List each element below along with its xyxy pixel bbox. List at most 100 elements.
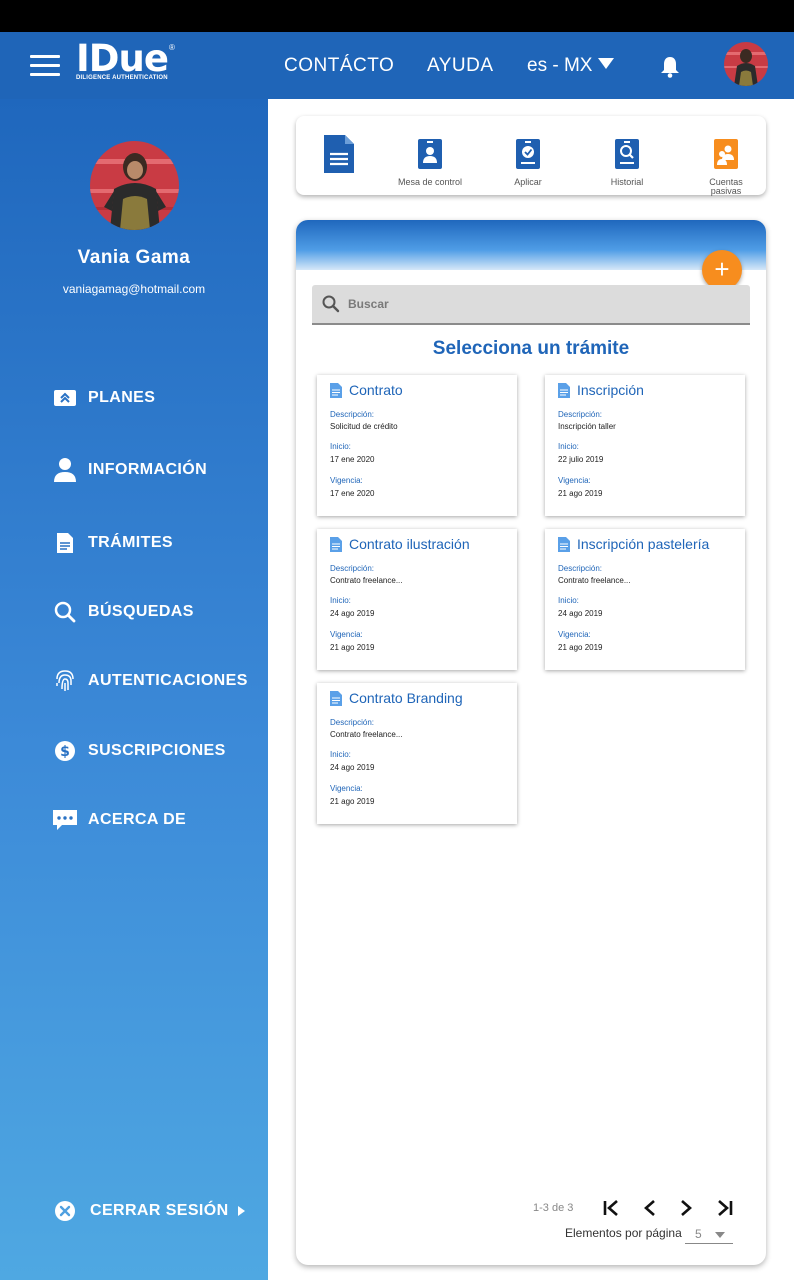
sidebar-item-label: INFORMACIÓN — [88, 461, 208, 478]
card-title: Contrato Branding — [349, 690, 463, 706]
per-page-select[interactable]: 5 — [685, 1224, 733, 1244]
sidebar-item-busquedas[interactable]: BÚSQUEDAS — [52, 598, 194, 626]
badge-check-icon — [516, 139, 540, 169]
logout-button[interactable]: CERRAR SESIÓN — [54, 1200, 245, 1222]
tool-label: Cuentas pasivas — [709, 177, 743, 196]
language-select[interactable]: es - MX — [527, 55, 615, 77]
start-label: Inicio: — [558, 442, 579, 451]
tool-new-document[interactable] — [322, 116, 356, 195]
menu-icon[interactable] — [30, 55, 60, 77]
pager-range: 1-3 de 3 — [533, 1202, 574, 1214]
document-icon — [330, 536, 342, 552]
sidebar-item-autenticaciones[interactable]: AUTENTICACIONES — [52, 667, 248, 695]
per-page-label: Elementos por página — [565, 1226, 682, 1240]
start-value: 22 julio 2019 — [558, 455, 604, 464]
sidebar-item-informacion[interactable]: INFORMACIÓN — [52, 456, 207, 484]
description-value: Contrato freelance... — [330, 576, 403, 585]
user-email: vaniagamag@hotmail.com — [62, 282, 206, 296]
card-title: Inscripción — [577, 382, 644, 398]
plans-icon — [52, 385, 78, 411]
card-title: Contrato — [349, 382, 403, 398]
description-value: Contrato freelance... — [330, 730, 403, 739]
sidebar-item-label: ACERCA DE — [88, 811, 187, 828]
search-input[interactable] — [348, 297, 728, 311]
tool-aplicar[interactable]: Aplicar — [498, 116, 558, 195]
plus-icon: + — [714, 254, 730, 284]
last-page-icon[interactable] — [715, 1198, 735, 1218]
description-label: Descripción: — [330, 718, 375, 727]
per-page-value: 5 — [695, 1227, 702, 1241]
tool-label: Historial — [610, 177, 644, 187]
status-bar — [0, 0, 794, 32]
validity-value: 21 ago 2019 — [558, 489, 603, 498]
description-value: Inscripción taller — [558, 422, 616, 431]
document-icon — [324, 135, 354, 173]
logo-registered-mark: ® — [169, 43, 175, 52]
description-value: Contrato freelance... — [558, 576, 631, 585]
validity-label: Vigencia: — [330, 476, 363, 485]
sidebar-item-label: PLANES — [88, 389, 156, 406]
card-title: Contrato ilustración — [349, 536, 470, 552]
start-value: 24 ago 2019 — [330, 763, 375, 772]
description-value: Solicitud de crédito — [330, 422, 398, 431]
top-app-bar: IDue DILIGENCE AUTHENTICATION ® CONTÁCTO… — [0, 32, 794, 99]
search-icon — [52, 599, 78, 625]
start-label: Inicio: — [558, 596, 579, 605]
badge-search-icon — [615, 139, 639, 169]
card-title: Inscripción pastelería — [577, 536, 710, 552]
validity-value: 21 ago 2019 — [558, 643, 603, 652]
description-label: Descripción: — [330, 564, 375, 573]
avatar[interactable] — [724, 42, 768, 86]
next-page-icon[interactable] — [676, 1198, 696, 1218]
nav-contacto[interactable]: CONTÁCTO — [284, 55, 394, 77]
tramites-panel: + Selecciona un trámite Contrato Descrip… — [296, 220, 766, 1265]
logout-label: CERRAR SESIÓN — [90, 1202, 229, 1219]
logo-text: IDue — [76, 37, 169, 80]
sidebar-item-suscripciones[interactable]: $ SUSCRIPCIONES — [52, 737, 226, 765]
chat-icon — [52, 807, 78, 833]
person-icon — [52, 457, 78, 483]
tramite-card[interactable]: Contrato ilustración Descripción: Contra… — [317, 529, 517, 670]
validity-value: 17 ene 2020 — [330, 489, 375, 498]
sidebar-item-planes[interactable]: PLANES — [52, 384, 155, 412]
search-bar[interactable] — [312, 285, 750, 325]
sidebar: Vania Gama vaniagamag@hotmail.com PLANES… — [0, 99, 268, 1280]
document-icon — [330, 690, 342, 706]
quick-actions-toolbar: Mesa de control Aplicar Historial Cuenta… — [296, 116, 766, 196]
add-button[interactable]: + — [702, 250, 742, 290]
tool-historial[interactable]: Historial — [597, 116, 657, 195]
profile-avatar[interactable] — [90, 141, 179, 230]
document-icon — [330, 382, 342, 398]
validity-label: Vigencia: — [330, 630, 363, 639]
tramite-card[interactable]: Contrato Descripción: Solicitud de crédi… — [317, 375, 517, 516]
page-title: Selecciona un trámite — [432, 338, 630, 359]
caret-right-icon — [237, 1206, 245, 1216]
start-label: Inicio: — [330, 442, 351, 451]
validity-label: Vigencia: — [558, 476, 591, 485]
tool-label: Mesa de control — [397, 177, 463, 187]
document-icon — [558, 382, 570, 398]
logo-subtitle: DILIGENCE AUTHENTICATION — [76, 75, 168, 81]
tramite-card[interactable]: Contrato Branding Descripción: Contrato … — [317, 683, 517, 824]
nav-ayuda[interactable]: AYUDA — [427, 55, 494, 77]
sidebar-item-label: AUTENTICACIONES — [88, 672, 248, 689]
sidebar-item-tramites[interactable]: TRÁMITES — [52, 529, 173, 557]
sidebar-item-acerca-de[interactable]: ACERCA DE — [52, 806, 186, 834]
bell-icon[interactable] — [660, 56, 680, 78]
validity-label: Vigencia: — [330, 784, 363, 793]
sidebar-item-label: TRÁMITES — [88, 534, 173, 551]
description-label: Descripción: — [330, 410, 375, 419]
sidebar-item-label: SUSCRIPCIONES — [88, 742, 226, 759]
tool-mesa-de-control[interactable]: Mesa de control — [390, 116, 470, 195]
previous-page-icon[interactable] — [640, 1198, 660, 1218]
badge-person-icon — [418, 139, 442, 169]
dollar-icon: $ — [52, 738, 78, 764]
tramite-card[interactable]: Inscripción Descripción: Inscripción tal… — [545, 375, 745, 516]
document-icon — [52, 530, 78, 556]
description-label: Descripción: — [558, 564, 603, 573]
fingerprint-icon — [52, 668, 78, 694]
tramite-card[interactable]: Inscripción pastelería Descripción: Cont… — [545, 529, 745, 670]
tool-cuentas-pasivas[interactable]: Cuentas pasivas — [696, 116, 756, 196]
start-value: 24 ago 2019 — [330, 609, 375, 618]
first-page-icon[interactable] — [601, 1198, 621, 1218]
